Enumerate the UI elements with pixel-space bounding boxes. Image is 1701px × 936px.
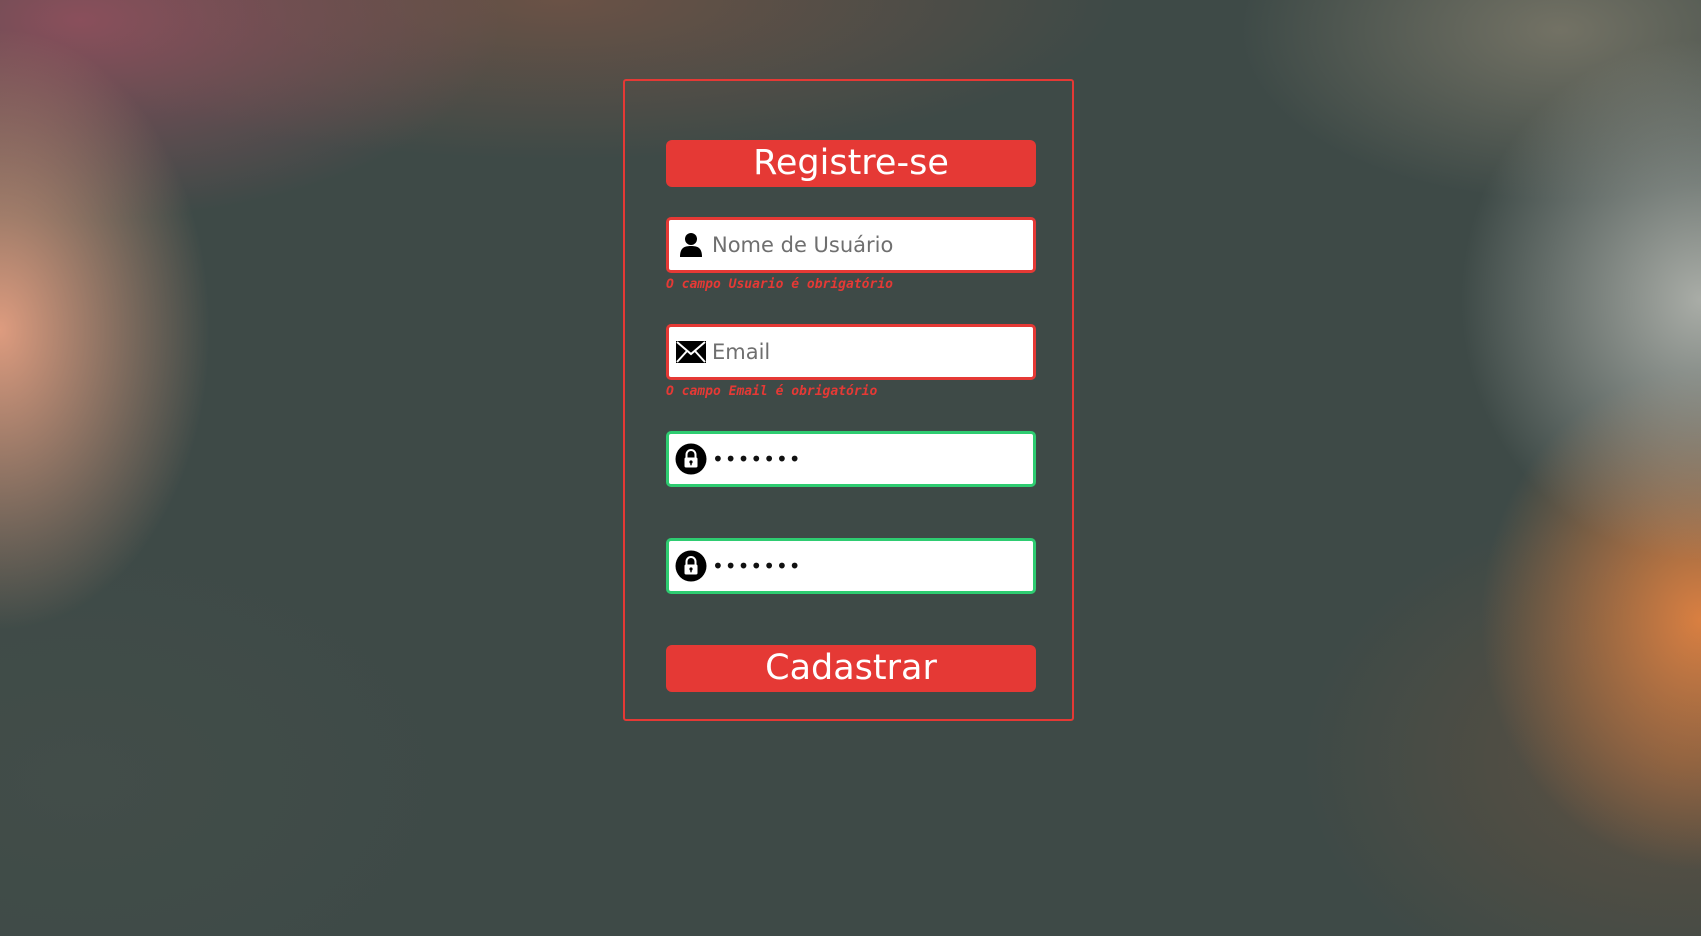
register-panel: Registre-se O campo Usuario é obrigatóri…	[623, 79, 1074, 721]
username-input[interactable]	[712, 220, 1033, 270]
user-icon	[674, 228, 708, 262]
email-input[interactable]	[712, 327, 1033, 377]
password-field-wrapper[interactable]	[666, 431, 1036, 487]
lock-icon	[674, 549, 708, 583]
username-error: O campo Usuario é obrigatório	[666, 277, 893, 292]
form-title: Registre-se	[666, 140, 1036, 187]
password-input[interactable]	[712, 434, 1033, 484]
username-field-wrapper[interactable]	[666, 217, 1036, 273]
register-submit-button[interactable]: Cadastrar	[666, 645, 1036, 692]
email-field-wrapper[interactable]	[666, 324, 1036, 380]
envelope-icon	[674, 335, 708, 369]
password-confirm-field-wrapper[interactable]	[666, 538, 1036, 594]
password-confirm-input[interactable]	[712, 541, 1033, 591]
lock-icon	[674, 442, 708, 476]
email-error: O campo Email é obrigatório	[666, 384, 878, 399]
